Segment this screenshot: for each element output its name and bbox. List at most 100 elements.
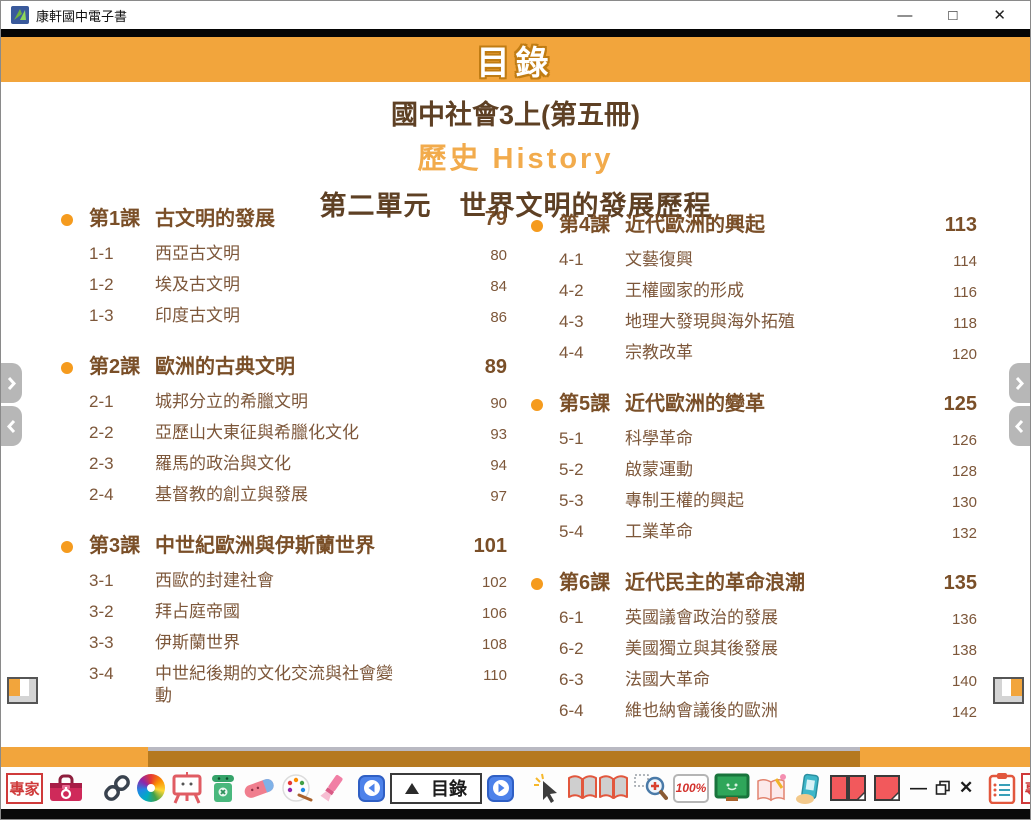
section-row-2-4[interactable]: 2-4 基督教的創立與發展 97 (61, 484, 507, 508)
clipboard-list-icon[interactable] (988, 772, 1016, 804)
section-row-3-2[interactable]: 3-2 拜占庭帝國 106 (61, 601, 507, 625)
toc-lesson-4: 第4課 近代歐洲的興起 113 4-1 文藝復興 114 4-2 王權國家的形成… (531, 212, 977, 366)
zoom-level-button[interactable]: 100% (673, 774, 709, 803)
next-page-button[interactable] (487, 775, 514, 802)
section-page: 102 (455, 570, 507, 594)
section-page: 140 (925, 669, 977, 693)
ebook-app-window: 康軒國中電子書 — □ ✕ 目錄 國中社會3上(第五冊) 歷史 History … (0, 0, 1031, 820)
lesson-4-header[interactable]: 第4課 近代歐洲的興起 113 (531, 212, 977, 239)
section-title: 地理大發現與海外拓殖 (625, 311, 863, 333)
section-row-3-4[interactable]: 3-4 中世紀後期的文化交流與社會變動 110 (61, 663, 507, 707)
section-row-6-4[interactable]: 6-4 維也納會議後的歐洲 142 (531, 700, 977, 724)
section-row-2-2[interactable]: 2-2 亞歷山大東征與希臘化文化 93 (61, 422, 507, 446)
section-page: 136 (925, 607, 977, 631)
toc-lesson-2: 第2課 歐洲的古典文明 89 2-1 城邦分立的希臘文明 90 2-2 亞歷山大… (61, 354, 507, 508)
app-logo-icon (11, 6, 29, 24)
section-row-2-3[interactable]: 2-3 羅馬的政治與文化 94 (61, 453, 507, 477)
section-page: 128 (925, 459, 977, 483)
two-page-view-icon[interactable] (829, 773, 867, 803)
section-num: 6-1 (559, 607, 625, 629)
section-page: 93 (455, 422, 507, 446)
section-row-6-1[interactable]: 6-1 英國議會政治的發展 136 (531, 607, 977, 631)
lesson-2-header[interactable]: 第2課 歐洲的古典文明 89 (61, 354, 507, 381)
section-title: 拜占庭帝國 (155, 601, 393, 623)
lesson-5-header[interactable]: 第5課 近代歐洲的變革 125 (531, 391, 977, 418)
phone-hand-icon[interactable] (794, 772, 824, 804)
prev-page-button[interactable] (358, 775, 385, 802)
open-book-spread-icon[interactable] (567, 772, 629, 804)
link-icon[interactable] (102, 773, 132, 803)
section-title: 基督教的創立與發展 (155, 484, 393, 506)
trash-icon[interactable] (209, 772, 237, 804)
window-close-button[interactable]: ✕ (993, 8, 1006, 23)
expert-mode-button-right[interactable]: 專家 (1021, 773, 1031, 804)
lesson-label: 第1課 (89, 206, 155, 233)
toc-banner: 目錄 (1, 37, 1030, 82)
section-row-4-1[interactable]: 4-1 文藝復興 114 (531, 249, 977, 273)
section-title: 印度古文明 (155, 305, 393, 327)
section-title: 羅馬的政治與文化 (155, 453, 393, 475)
horizontal-scrollbar[interactable] (148, 747, 860, 767)
toolbox-icon[interactable] (48, 773, 84, 803)
section-row-4-4[interactable]: 4-4 宗教改革 120 (531, 342, 977, 366)
page-corner-right-button[interactable] (993, 677, 1024, 704)
section-row-5-2[interactable]: 5-2 啟蒙運動 128 (531, 459, 977, 483)
section-row-5-4[interactable]: 5-4 工業革命 132 (531, 521, 977, 545)
section-num: 5-2 (559, 459, 625, 481)
expert-mode-button[interactable]: 專家 (6, 773, 43, 804)
lesson-6-header[interactable]: 第6課 近代民主的革命浪潮 135 (531, 570, 977, 597)
window-minimize-button[interactable]: — (897, 8, 912, 23)
notebook-pencil-icon[interactable] (755, 773, 789, 803)
eraser-icon[interactable] (242, 775, 276, 801)
section-row-6-2[interactable]: 6-2 美國獨立與其後發展 138 (531, 638, 977, 662)
section-num: 3-2 (89, 601, 155, 623)
section-row-1-3[interactable]: 1-3 印度古文明 86 (61, 305, 507, 329)
section-row-3-3[interactable]: 3-3 伊斯蘭世界 108 (61, 632, 507, 656)
section-row-6-3[interactable]: 6-3 法國大革命 140 (531, 669, 977, 693)
lesson-page: 101 (455, 533, 507, 560)
section-row-1-1[interactable]: 1-1 西亞古文明 80 (61, 243, 507, 267)
lesson-title: 中世紀歐洲與伊斯蘭世界 (155, 533, 455, 560)
one-page-view-icon[interactable] (872, 773, 902, 803)
pinwheel-icon[interactable] (137, 774, 165, 802)
section-row-5-3[interactable]: 5-3 專制王權的興起 130 (531, 490, 977, 514)
lesson-1-header[interactable]: 第1課 古文明的發展 79 (61, 206, 507, 233)
section-row-4-3[interactable]: 4-3 地理大發現與海外拓殖 118 (531, 311, 977, 335)
zoom-magnifier-icon[interactable] (634, 773, 668, 803)
titlebar: 康軒國中電子書 — □ ✕ (1, 1, 1030, 29)
section-row-3-1[interactable]: 3-1 西歐的封建社會 102 (61, 570, 507, 594)
left-nav-forward-button[interactable] (1, 363, 22, 403)
lesson-title: 古文明的發展 (155, 206, 455, 233)
toc-lesson-1: 第1課 古文明的發展 79 1-1 西亞古文明 80 1-2 埃及古文明 84 … (61, 206, 507, 329)
app-close-button[interactable]: ✕ (956, 778, 976, 798)
page-corner-left-button[interactable] (7, 677, 38, 704)
marker-icon[interactable] (318, 773, 346, 803)
section-num: 4-2 (559, 280, 625, 302)
section-row-4-2[interactable]: 4-2 王權國家的形成 116 (531, 280, 977, 304)
corner-orange-block (9, 679, 20, 696)
section-row-2-1[interactable]: 2-1 城邦分立的希臘文明 90 (61, 391, 507, 415)
page-selector[interactable]: 目錄 (390, 773, 482, 804)
section-num: 2-4 (89, 484, 155, 506)
right-nav-forward-button[interactable] (1009, 363, 1030, 403)
app-minimize-button[interactable]: — (907, 778, 930, 798)
section-page: 97 (455, 484, 507, 508)
cursor-select-icon[interactable] (532, 772, 562, 804)
section-num: 4-1 (559, 249, 625, 271)
section-num: 6-4 (559, 700, 625, 722)
section-row-5-1[interactable]: 5-1 科學革命 126 (531, 428, 977, 452)
corner-gray-strip (995, 696, 1022, 702)
app-restore-button[interactable] (935, 780, 951, 796)
toc-banner-title: 目錄 (477, 36, 555, 84)
right-nav-back-button[interactable] (1009, 406, 1030, 446)
section-num: 5-3 (559, 490, 625, 512)
section-row-1-2[interactable]: 1-2 埃及古文明 84 (61, 274, 507, 298)
palette-icon[interactable] (281, 773, 313, 803)
easel-icon[interactable] (170, 771, 204, 805)
chalkboard-icon[interactable] (714, 773, 750, 803)
window-maximize-button[interactable]: □ (948, 8, 957, 23)
left-nav-back-button[interactable] (1, 406, 22, 446)
bullet-icon (61, 362, 73, 374)
lesson-3-header[interactable]: 第3課 中世紀歐洲與伊斯蘭世界 101 (61, 533, 507, 560)
section-title: 西歐的封建社會 (155, 570, 393, 592)
